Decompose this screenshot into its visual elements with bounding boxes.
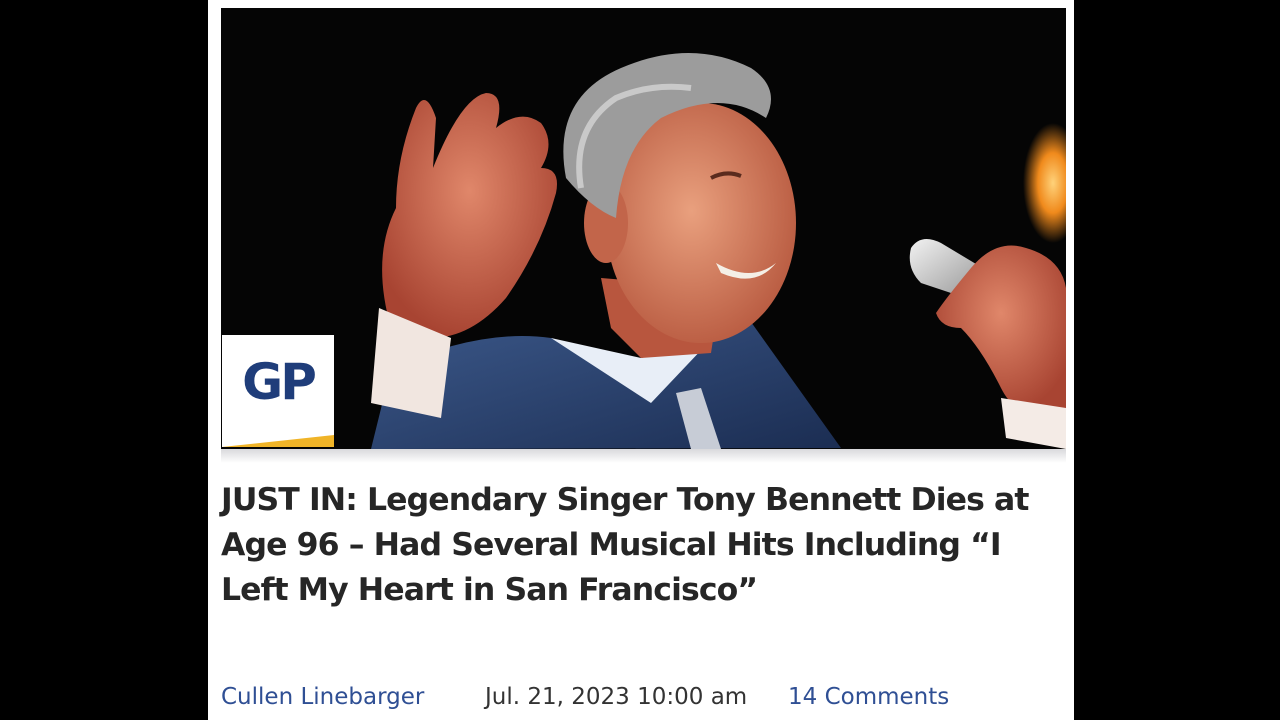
article-hero-image[interactable]: GP (221, 8, 1066, 449)
publish-date: Jul. 21, 2023 10:00 am (485, 684, 748, 710)
article-card: GP JUST IN: Legendary Singer Tony Bennet… (208, 0, 1074, 720)
site-logo-text: GP (242, 353, 317, 411)
logo-accent-stripe (222, 435, 334, 447)
hero-shadow (221, 449, 1066, 463)
article-meta: Cullen Linebarger Jul. 21, 2023 10:00 am… (221, 679, 1061, 715)
comments-link[interactable]: 14 Comments (788, 679, 949, 715)
author-link[interactable]: Cullen Linebarger (221, 679, 424, 715)
singer-photo (221, 8, 1066, 449)
article-headline[interactable]: JUST IN: Legendary Singer Tony Bennett D… (221, 478, 1051, 613)
site-logo[interactable]: GP (222, 335, 334, 447)
